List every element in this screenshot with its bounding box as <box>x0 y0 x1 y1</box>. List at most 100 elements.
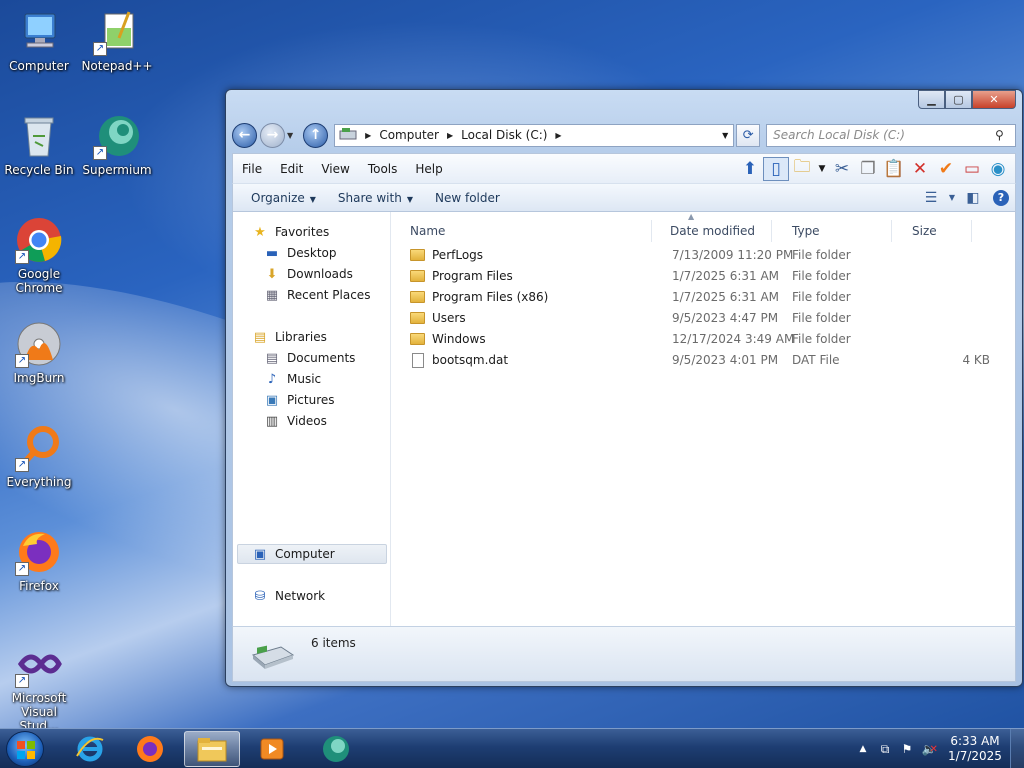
views-dropdown-icon[interactable]: ▼ <box>815 157 829 181</box>
start-button[interactable] <box>6 731 44 767</box>
nav-recent-places[interactable]: ▦ Recent Places <box>263 285 371 305</box>
nav-music[interactable]: ♪ Music <box>263 369 321 389</box>
organize-button[interactable]: Organize ▼ <box>243 191 324 205</box>
nav-desktop[interactable]: ▬ Desktop <box>263 243 337 263</box>
new-folder-button[interactable]: New folder <box>427 191 508 205</box>
menu-file[interactable]: File <box>233 162 271 176</box>
network-drive-icon[interactable]: ◉ <box>985 157 1011 181</box>
computer-icon <box>15 8 63 56</box>
maximize-button[interactable]: ▢ <box>945 90 972 109</box>
desktop-icon-everything[interactable]: ↗ Everything <box>0 424 78 489</box>
up-button[interactable]: ↑ <box>303 122 329 148</box>
desktop-icon-supermium[interactable]: ↗ Supermium <box>78 112 156 177</box>
folder-icon <box>410 333 425 345</box>
taskbar-windows-explorer[interactable] <box>184 731 240 767</box>
checkmark-icon[interactable]: ✔ <box>933 157 959 181</box>
desktop-icon-firefox[interactable]: ↗ Firefox <box>0 528 78 593</box>
taskbar-supermium[interactable] <box>308 731 364 767</box>
network-tray-icon[interactable]: ⧉ <box>874 742 896 757</box>
preview-pane-icon[interactable]: ◧ <box>959 190 987 206</box>
forward-button[interactable]: → <box>260 122 285 148</box>
close-button[interactable]: ✕ <box>972 90 1016 109</box>
copy-icon[interactable]: ❐ <box>855 157 881 181</box>
share-with-label: Share with <box>337 190 402 205</box>
paste-icon[interactable]: 📋 <box>881 157 907 181</box>
nav-pictures[interactable]: ▣ Pictures <box>263 390 335 410</box>
nav-downloads[interactable]: ⬇ Downloads <box>263 264 353 284</box>
back-button[interactable]: ← <box>232 122 257 148</box>
change-view-icon[interactable]: ☰ <box>917 190 945 206</box>
column-header-date[interactable]: Date modified <box>652 220 772 242</box>
action-center-flag-icon[interactable]: ⚑ <box>896 742 918 756</box>
column-header-type[interactable]: Type <box>772 220 892 242</box>
menu-view[interactable]: View <box>312 162 358 176</box>
menu-edit[interactable]: Edit <box>271 162 312 176</box>
share-with-button[interactable]: Share with ▼ <box>330 191 421 205</box>
minimize-button[interactable]: ▁ <box>918 90 945 109</box>
address-bar[interactable]: ▶ Computer ▶ Local Disk (C:) ▶ ▼ <box>334 123 735 147</box>
nav-network[interactable]: ⛁ Network <box>251 586 326 606</box>
file-date: 12/17/2024 3:49 AM <box>672 332 795 346</box>
desktop-icon-label: Firefox <box>19 579 59 593</box>
search-input[interactable]: Search Local Disk (C:) ⚲ <box>766 123 1016 147</box>
desktop-icon-chrome[interactable]: ↗ Google Chrome <box>0 216 78 295</box>
up-folder-icon[interactable]: ⬆ <box>737 157 763 181</box>
table-row[interactable]: Program Files 1/7/2025 6:31 AM File fold… <box>410 266 990 287</box>
address-dropdown-icon[interactable]: ▼ <box>717 131 733 140</box>
nav-computer-label: Computer <box>275 547 335 561</box>
chevron-right-icon[interactable]: ▶ <box>555 131 561 140</box>
table-row[interactable]: bootsqm.dat 9/5/2023 4:01 PM DAT File 4 … <box>410 350 990 371</box>
cut-icon[interactable]: ✂ <box>829 157 855 181</box>
folder-options-icon[interactable]: 🗀 <box>789 157 815 181</box>
refresh-button[interactable]: ⟳ <box>736 123 761 147</box>
show-desktop-button[interactable] <box>1010 729 1024 768</box>
nav-favorites[interactable]: ★ Favorites <box>251 222 329 242</box>
firefox-icon: ↗ <box>15 528 63 576</box>
breadcrumb-computer[interactable]: Computer <box>379 128 439 142</box>
desktop-icon-notepadpp[interactable]: ↗ Notepad++ <box>78 8 156 73</box>
taskbar-firefox[interactable] <box>122 731 178 767</box>
desktop-icon-computer[interactable]: Computer <box>0 8 78 73</box>
nav-favorites-label: Favorites <box>275 225 330 239</box>
windows-logo-icon <box>17 741 35 759</box>
nav-documents[interactable]: ▤ Documents <box>263 348 356 368</box>
chevron-right-icon[interactable]: ▶ <box>365 131 371 140</box>
menu-tools[interactable]: Tools <box>359 162 407 176</box>
table-row[interactable]: Users 9/5/2023 4:47 PM File folder <box>410 308 990 329</box>
desktop-icon-recycle-bin[interactable]: Recycle Bin <box>0 112 78 177</box>
nav-videos[interactable]: ▥ Videos <box>263 411 327 431</box>
column-size-label: Size <box>912 224 937 238</box>
desktop-icon-visual-studio[interactable]: ↗ Microsoft Visual Stud... <box>0 640 78 733</box>
table-row[interactable]: PerfLogs 7/13/2009 11:20 PM File folder <box>410 245 990 266</box>
taskbar-internet-explorer[interactable] <box>62 731 118 767</box>
desktop-icon-imgburn[interactable]: ↗ ImgBurn <box>0 320 78 385</box>
table-row[interactable]: Windows 12/17/2024 3:49 AM File folder <box>410 329 990 350</box>
chevron-right-icon[interactable]: ▶ <box>447 131 453 140</box>
nav-libraries[interactable]: ▤ Libraries <box>251 327 327 347</box>
nav-computer[interactable]: ▣ Computer <box>251 544 335 564</box>
breadcrumb-local-disk[interactable]: Local Disk (C:) <box>461 128 547 142</box>
delete-icon[interactable]: ✕ <box>907 157 933 181</box>
shortcut-arrow-icon: ↗ <box>15 458 29 472</box>
table-row[interactable]: Program Files (x86) 1/7/2025 6:31 AM Fil… <box>410 287 990 308</box>
properties-icon[interactable]: ▭ <box>959 157 985 181</box>
search-icon[interactable]: ⚲ <box>995 128 1015 142</box>
column-header-size[interactable]: Size <box>892 220 972 242</box>
navigation-row: ← → ▼ ↑ ▶ Computer ▶ Local Disk (C:) ▶ ▼… <box>232 120 1016 150</box>
folders-pane-icon[interactable]: ▯ <box>763 156 789 181</box>
view-dropdown-icon[interactable]: ▼ <box>945 193 959 202</box>
file-type: File folder <box>792 269 851 283</box>
show-hidden-icons-icon[interactable]: ▲ <box>852 744 874 754</box>
taskbar-media-player[interactable] <box>244 731 300 767</box>
column-type-label: Type <box>792 224 820 238</box>
explorer-window[interactable]: ▁ ▢ ✕ ← → ▼ ↑ ▶ Computer ▶ Local Disk (C… <box>225 89 1023 687</box>
computer-icon: ▣ <box>253 546 267 562</box>
column-header-name[interactable]: Name <box>392 220 652 242</box>
volume-muted-icon[interactable]: 🔈 ✕ <box>918 742 940 756</box>
desktop-icon-label: Computer <box>9 59 69 73</box>
imgburn-icon: ↗ <box>15 320 63 368</box>
menu-help[interactable]: Help <box>406 162 451 176</box>
help-icon[interactable]: ? <box>987 189 1015 206</box>
clock[interactable]: 6:33 AM 1/7/2025 <box>940 734 1010 764</box>
history-dropdown-icon[interactable]: ▼ <box>287 131 293 140</box>
